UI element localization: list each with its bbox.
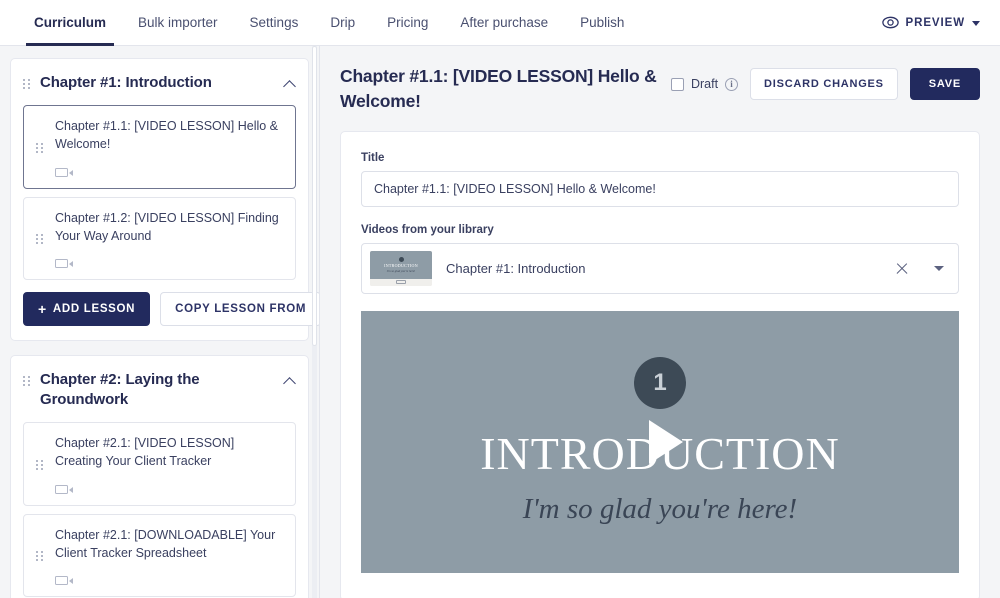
title-field-label: Title	[361, 151, 385, 164]
lesson-body: Chapter #2.1: [VIDEO LESSON] Creating Yo…	[55, 434, 283, 495]
chapter-card: Chapter #2: Laying the Groundwork Chapte…	[10, 354, 309, 598]
info-icon[interactable]: i	[725, 77, 739, 91]
header-actions: Draft i DISCARD CHANGES SAVE	[670, 64, 980, 100]
video-select[interactable]: INTRODUCTION I'm so glad you're here! Ch…	[361, 242, 959, 294]
video-thumbnail-footer	[370, 278, 432, 286]
tab-after-purchase-label: After purchase	[460, 15, 549, 30]
tab-bulk-importer[interactable]: Bulk importer	[122, 0, 234, 45]
tab-bulk-importer-label: Bulk importer	[138, 15, 218, 30]
preview-button[interactable]: PREVIEW	[881, 0, 1000, 45]
video-camera-icon	[55, 576, 73, 586]
video-thumbnail-slide: INTRODUCTION I'm so glad you're here!	[370, 250, 432, 279]
video-thumbnail-badge	[398, 256, 404, 262]
video-field-label: Videos from your library	[361, 223, 494, 236]
drag-handle-icon[interactable]	[23, 79, 30, 89]
title-input[interactable]	[361, 170, 959, 207]
lesson-meta	[55, 167, 283, 179]
list-item[interactable]: Chapter #2.1: [DOWNLOADABLE] Your Client…	[23, 513, 296, 597]
lesson-meta	[55, 575, 283, 587]
drag-handle-icon[interactable]	[36, 234, 43, 245]
list-item[interactable]: Chapter #1.1: [VIDEO LESSON] Hello & Wel…	[23, 105, 296, 189]
tab-curriculum-label: Curriculum	[34, 15, 107, 30]
lesson-meta	[55, 484, 283, 496]
close-icon[interactable]	[894, 260, 910, 276]
chapter-header: Chapter #2: Laying the Groundwork	[23, 368, 296, 423]
sidebar-scrollbar-thumb[interactable]	[312, 46, 317, 346]
drag-handle-icon[interactable]	[23, 375, 30, 386]
chevron-up-icon[interactable]	[284, 375, 296, 387]
drag-handle-icon[interactable]	[36, 459, 43, 470]
video-camera-icon	[55, 168, 73, 177]
lesson-title: Chapter #2.1: [DOWNLOADABLE] Your Client…	[55, 527, 276, 560]
lesson-form-panel: Title Videos from your library INTRODUCT…	[340, 130, 980, 598]
lesson-editor: Chapter #1.1: [VIDEO LESSON] Hello & Wel…	[320, 46, 1000, 598]
add-lesson-label: ADD LESSON	[52, 302, 136, 315]
lesson-meta	[55, 258, 283, 270]
list-item[interactable]: Chapter #2.1: [VIDEO LESSON] Creating Yo…	[23, 422, 296, 506]
list-item[interactable]: Chapter #1.2: [VIDEO LESSON] Finding You…	[23, 196, 296, 280]
lesson-title: Chapter #1.1: [VIDEO LESSON] Hello & Wel…	[55, 119, 279, 152]
chapter-card: Chapter #1: Introduction Chapter #1.1: […	[10, 58, 319, 341]
video-thumbnail-subtitle: I'm so glad you're here!	[386, 268, 416, 273]
video-subtitle-text: I'm so glad you're here!	[522, 493, 798, 526]
drag-handle-icon[interactable]	[36, 551, 43, 562]
eye-icon	[881, 16, 899, 29]
tab-pricing-label: Pricing	[387, 15, 429, 30]
curriculum-sidebar: Chapter #1: Introduction Chapter #1.1: […	[0, 46, 320, 598]
tab-drip-label: Drip	[330, 15, 356, 30]
draft-toggle-group: Draft i	[670, 77, 739, 91]
chapter-title: Chapter #2: Laying the Groundwork	[40, 370, 200, 408]
tab-pricing[interactable]: Pricing	[371, 0, 444, 45]
title-field-block: Title	[361, 152, 959, 207]
video-player-preview[interactable]: 1 INTRODUCTION I'm so glad you're here!	[361, 310, 959, 573]
chapter-header: Chapter #1: Introduction	[23, 71, 296, 105]
video-field-block: Videos from your library INTRODUCTION I'…	[361, 224, 959, 294]
copy-lesson-from-label: COPY LESSON FROM	[175, 302, 307, 315]
save-button[interactable]: SAVE	[909, 68, 980, 100]
page-title: Chapter #1.1: [VIDEO LESSON] Hello & Wel…	[340, 66, 657, 112]
tab-publish-label: Publish	[580, 15, 625, 30]
video-camera-icon	[55, 259, 73, 269]
tab-drip[interactable]: Drip	[314, 0, 371, 45]
lesson-body: Chapter #2.1: [DOWNLOADABLE] Your Client…	[55, 526, 283, 587]
chapter-title: Chapter #1: Introduction	[40, 74, 212, 91]
preview-label: PREVIEW	[905, 16, 965, 29]
video-thumbnail-title: INTRODUCTION	[384, 262, 418, 268]
drag-handle-icon[interactable]	[36, 142, 43, 153]
tab-publish[interactable]: Publish	[564, 0, 640, 45]
lesson-body: Chapter #1.1: [VIDEO LESSON] Hello & Wel…	[55, 117, 283, 178]
caret-down-icon[interactable]	[934, 265, 944, 271]
top-navigation-bar: Curriculum Bulk importer Settings Drip P…	[0, 0, 1000, 46]
lesson-number-badge: 1	[634, 357, 686, 410]
draft-label: Draft	[690, 77, 719, 91]
discard-changes-button[interactable]: DISCARD CHANGES	[750, 68, 898, 100]
lesson-title: Chapter #1.2: [VIDEO LESSON] Finding You…	[55, 210, 279, 243]
tab-after-purchase[interactable]: After purchase	[444, 0, 564, 45]
video-select-label: Chapter #1: Introduction	[446, 260, 586, 276]
nav-tab-list: Curriculum Bulk importer Settings Drip P…	[0, 0, 640, 46]
workspace: Chapter #1: Introduction Chapter #1.1: […	[0, 46, 1000, 598]
draft-checkbox[interactable]	[670, 77, 684, 91]
video-camera-icon	[55, 485, 73, 494]
lesson-actions: + ADD LESSON COPY LESSON FROM	[23, 291, 319, 326]
caret-down-icon	[972, 20, 980, 26]
lesson-editor-header: Chapter #1.1: [VIDEO LESSON] Hello & Wel…	[340, 64, 980, 131]
plus-icon: +	[38, 300, 47, 317]
tab-settings-label: Settings	[249, 15, 299, 30]
video-thumbnail: INTRODUCTION I'm so glad you're here!	[370, 250, 432, 286]
copy-lesson-from-button[interactable]: COPY LESSON FROM	[160, 291, 319, 326]
add-lesson-button[interactable]: + ADD LESSON	[23, 291, 151, 326]
lesson-body: Chapter #1.2: [VIDEO LESSON] Finding You…	[55, 209, 283, 270]
lesson-title: Chapter #2.1: [VIDEO LESSON] Creating Yo…	[55, 436, 235, 469]
play-icon[interactable]	[649, 419, 683, 464]
tab-settings[interactable]: Settings	[234, 0, 315, 45]
chevron-up-icon[interactable]	[284, 78, 296, 90]
tab-curriculum[interactable]: Curriculum	[18, 0, 122, 46]
